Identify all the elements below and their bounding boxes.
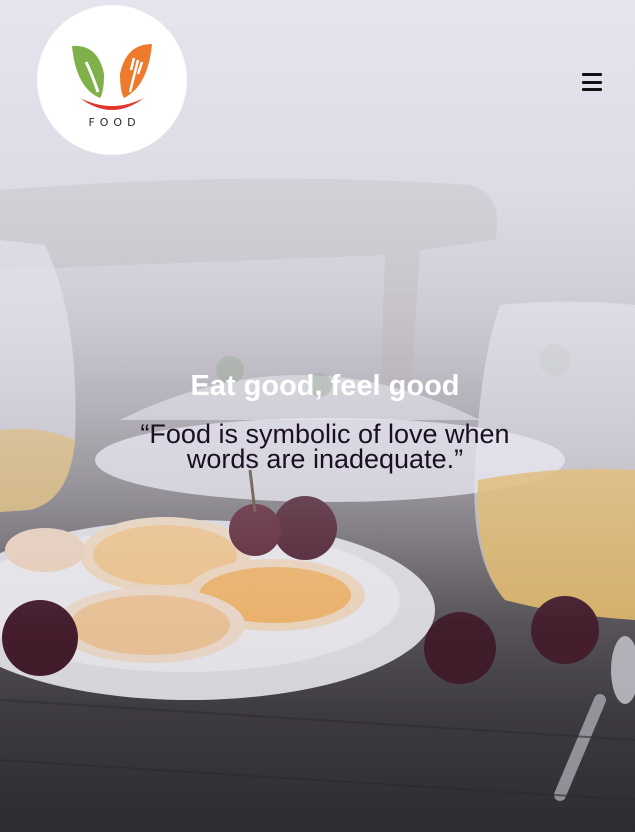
hero-quote: “Food is symbolic of love when words are… [140, 419, 510, 474]
hero-headline: Eat good, feel good [190, 370, 460, 402]
menu-bar [582, 73, 602, 76]
logo-text: FOOD [88, 115, 141, 129]
hamburger-menu-icon[interactable] [580, 70, 604, 94]
menu-bar [582, 88, 602, 91]
leaf-fork-smile-logo-icon [72, 43, 152, 110]
logo-link[interactable]: FOOD [37, 5, 187, 155]
menu-bar [582, 80, 602, 84]
